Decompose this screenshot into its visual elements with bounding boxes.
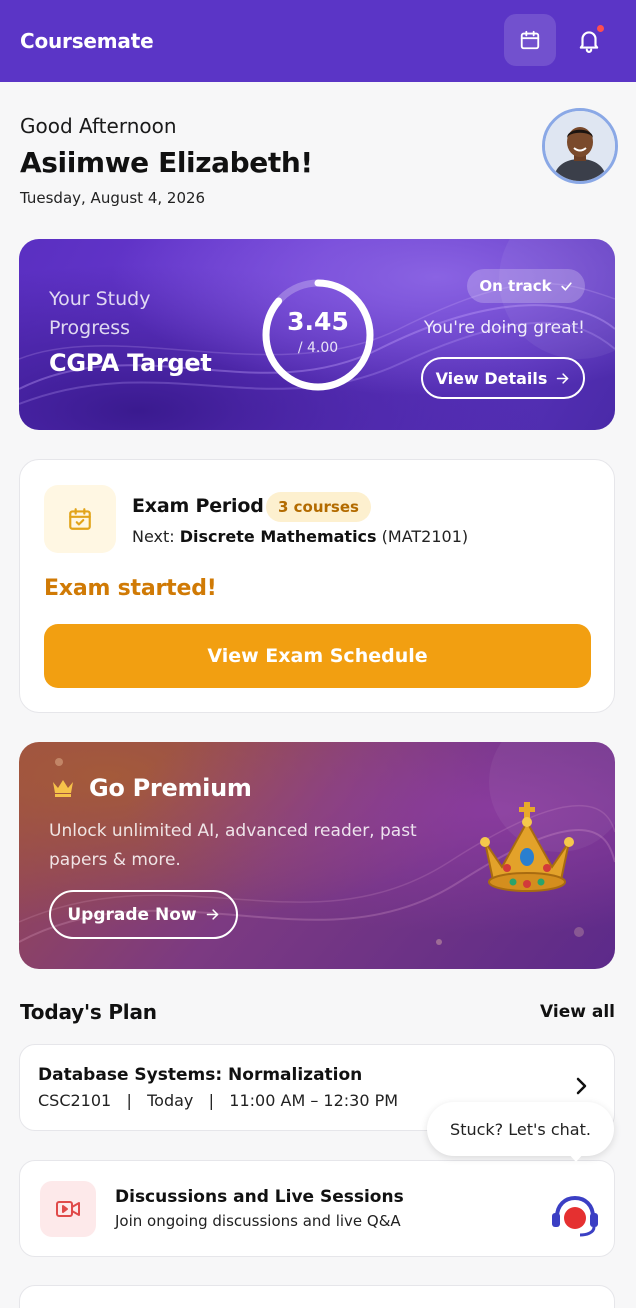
- plan-item-title: Database Systems: Normalization: [38, 1065, 363, 1085]
- calendar-check-icon: [69, 508, 91, 530]
- upgrade-now-label: Upgrade Now: [67, 904, 197, 925]
- exam-icon-tile: [44, 485, 116, 553]
- gold-crown-icon: [480, 802, 574, 892]
- view-exam-schedule-button[interactable]: View Exam Schedule: [44, 624, 591, 688]
- study-progress-label: Your Study Progress: [49, 288, 151, 339]
- chat-prompt-bubble[interactable]: Stuck? Let's chat.: [427, 1102, 614, 1156]
- check-icon: [560, 281, 572, 291]
- app-title: Coursemate: [20, 29, 154, 53]
- discussions-card[interactable]: Discussions and Live Sessions Join ongoi…: [19, 1160, 615, 1257]
- crown-icon: [53, 780, 73, 797]
- next-exam: Next: Discrete Mathematics (MAT2101): [132, 527, 468, 546]
- progress-message: You're doing great!: [423, 318, 585, 338]
- discussions-subtitle: Join ongoing discussions and live Q&A: [115, 1212, 401, 1230]
- upgrade-now-button[interactable]: Upgrade Now: [49, 890, 238, 939]
- user-name: Asiimwe Elizabeth!: [20, 146, 313, 179]
- discussions-title: Discussions and Live Sessions: [115, 1187, 404, 1207]
- status-badge-label: On track: [479, 277, 552, 295]
- next-exam-course: Discrete Mathematics: [179, 527, 377, 546]
- exam-period-title: Exam Period: [132, 495, 264, 517]
- notifications-button[interactable]: [563, 14, 615, 66]
- arrow-right-icon: [206, 909, 218, 920]
- video-icon: [56, 1201, 80, 1217]
- study-progress-card: Your Study Progress CGPA Target 3.45 / 4…: [19, 239, 615, 430]
- calendar-icon: [520, 30, 540, 50]
- status-badge: On track: [467, 269, 585, 303]
- view-all-link[interactable]: View all: [540, 1002, 615, 1022]
- list-item[interactable]: [19, 1285, 615, 1308]
- cgpa-max: / 4.00: [297, 340, 339, 356]
- next-exam-code: (MAT2101): [376, 527, 469, 546]
- arrow-right-icon: [557, 372, 569, 384]
- app-bar: Coursemate: [0, 0, 636, 82]
- course-count-badge: 3 courses: [266, 492, 371, 522]
- notification-dot: [597, 25, 604, 32]
- current-date: Tuesday, August 4, 2026: [20, 189, 206, 207]
- avatar[interactable]: [542, 108, 618, 184]
- premium-description: Unlock unlimited AI, advanced reader, pa…: [49, 821, 417, 870]
- greeting-salutation: Good Afternoon: [20, 114, 177, 138]
- cgpa-target-label: CGPA Target: [49, 349, 212, 377]
- go-premium-card: Go Premium Unlock unlimited AI, advanced…: [19, 742, 615, 969]
- avatar-photo: [545, 111, 615, 181]
- view-details-label: View Details: [435, 368, 548, 388]
- plan-item-meta: CSC2101 | Today | 11:00 AM – 12:30 PM: [38, 1091, 399, 1110]
- exam-period-card: Exam Period 3 courses Next: Discrete Mat…: [19, 459, 615, 713]
- cgpa-value: 3.45: [287, 307, 349, 336]
- todays-plan-title: Today's Plan: [20, 1000, 157, 1024]
- next-exam-prefix: Next:: [132, 527, 180, 546]
- premium-title: Go Premium: [89, 774, 252, 802]
- calendar-button[interactable]: [504, 14, 556, 66]
- chat-bubble-tail: [567, 1152, 585, 1162]
- support-chat-icon[interactable]: [550, 1193, 600, 1239]
- exam-status-text: Exam started!: [44, 576, 217, 601]
- view-details-button[interactable]: View Details: [421, 357, 585, 399]
- chevron-right-icon: [576, 1077, 587, 1095]
- discussion-icon-tile: [40, 1181, 96, 1237]
